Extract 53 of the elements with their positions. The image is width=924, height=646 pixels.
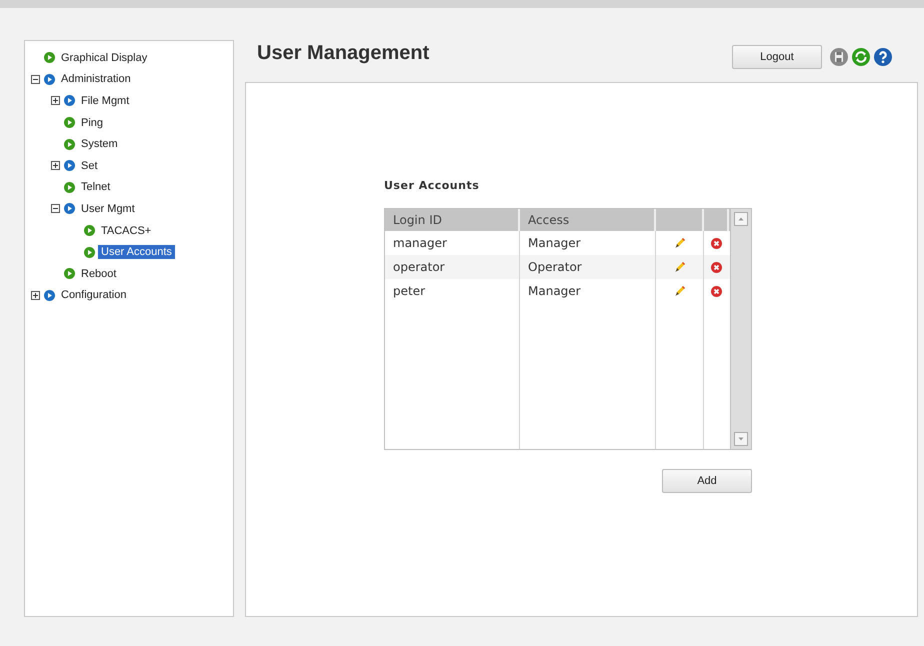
arrow-bullet-icon (84, 246, 95, 258)
table-cell: manager (393, 236, 447, 250)
table-cell: operator (393, 260, 445, 274)
arrow-bullet-icon (64, 203, 75, 214)
tree-item[interactable]: File Mgmt (78, 94, 132, 108)
tree-item[interactable]: User Mgmt (78, 202, 138, 216)
tree-item[interactable]: Telnet (78, 180, 114, 194)
page-title: User Management (256, 41, 430, 66)
tree-item[interactable]: Graphical Display (58, 50, 150, 65)
pencil-icon[interactable] (674, 285, 686, 297)
arrow-bullet-icon (44, 52, 55, 64)
tree-item[interactable]: TACACS+ (98, 224, 154, 238)
pencil-icon[interactable] (674, 237, 686, 249)
expand-toggle-icon[interactable] (51, 161, 60, 170)
help-icon[interactable] (874, 48, 892, 66)
table-cell: Operator (528, 260, 582, 274)
expand-toggle-icon[interactable] (51, 204, 60, 214)
section-title: User Accounts (384, 179, 480, 192)
refresh-icon[interactable] (852, 48, 870, 66)
delete-icon[interactable] (711, 286, 722, 296)
scroll-down-icon[interactable] (734, 432, 748, 446)
scrollbar[interactable] (730, 209, 751, 449)
arrow-bullet-icon (84, 225, 95, 236)
logout-button[interactable]: Logout (732, 45, 822, 69)
arrow-bullet-icon (64, 95, 75, 106)
arrow-bullet-icon (44, 74, 55, 85)
pencil-icon[interactable] (674, 261, 686, 273)
tree-item[interactable]: Set (78, 158, 101, 173)
add-button[interactable]: Add (662, 469, 752, 493)
table-cell: Manager (528, 236, 581, 250)
tree-item[interactable]: Ping (78, 116, 106, 130)
arrow-bullet-icon (64, 182, 75, 193)
tree-item[interactable]: User Accounts (98, 245, 175, 260)
tree-item[interactable]: Administration (58, 72, 134, 86)
table-cell: Manager (528, 284, 581, 298)
tree-item[interactable]: Reboot (78, 266, 120, 281)
expand-toggle-icon[interactable] (51, 96, 60, 106)
expand-toggle-icon[interactable] (31, 74, 40, 84)
arrow-bullet-icon (44, 290, 55, 301)
tree-item[interactable]: System (78, 137, 121, 152)
tree-item[interactable]: Configuration (58, 288, 130, 302)
arrow-bullet-icon (64, 268, 75, 280)
delete-icon[interactable] (711, 262, 722, 272)
column-header: Access (520, 209, 656, 231)
expand-toggle-icon[interactable] (31, 290, 40, 300)
arrow-bullet-icon (64, 117, 75, 128)
table-cell: peter (393, 284, 426, 298)
delete-icon[interactable] (711, 238, 722, 248)
scroll-up-icon[interactable] (734, 212, 748, 226)
column-header: Login ID (385, 209, 520, 231)
arrow-bullet-icon (64, 160, 75, 172)
save-icon[interactable] (830, 48, 848, 66)
arrow-bullet-icon (64, 138, 75, 150)
